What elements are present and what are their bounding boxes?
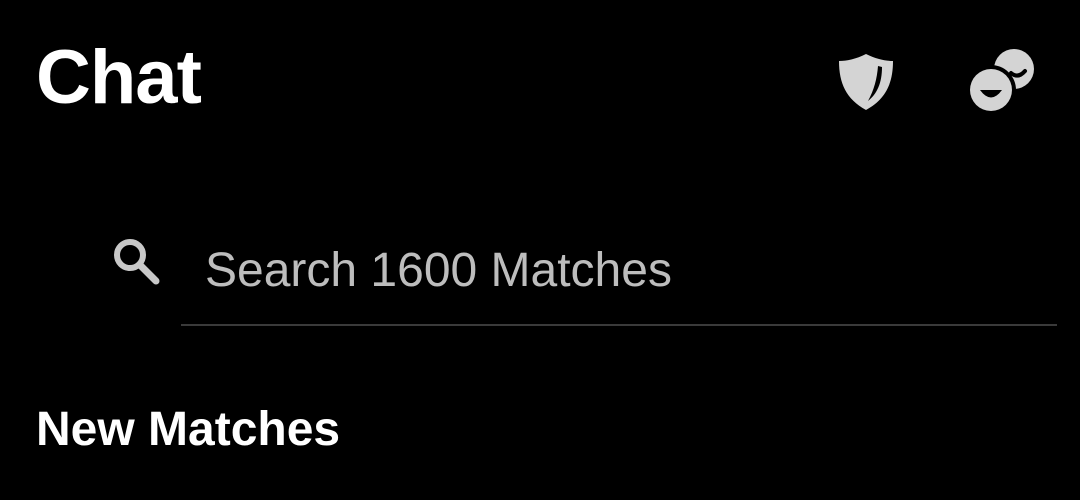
new-matches-heading: New Matches [36, 403, 341, 456]
emoji-faces-icon [966, 49, 1034, 115]
search-input[interactable] [181, 218, 1057, 322]
shield-icon [839, 54, 893, 110]
page-title: Chat [36, 35, 202, 120]
matches-emoji-button[interactable] [962, 44, 1038, 120]
safety-toolkit-button[interactable] [828, 44, 904, 120]
header: Chat [0, 0, 1080, 170]
search-icon[interactable] [108, 234, 164, 290]
search-divider [181, 324, 1057, 326]
search-bar [100, 218, 1057, 326]
